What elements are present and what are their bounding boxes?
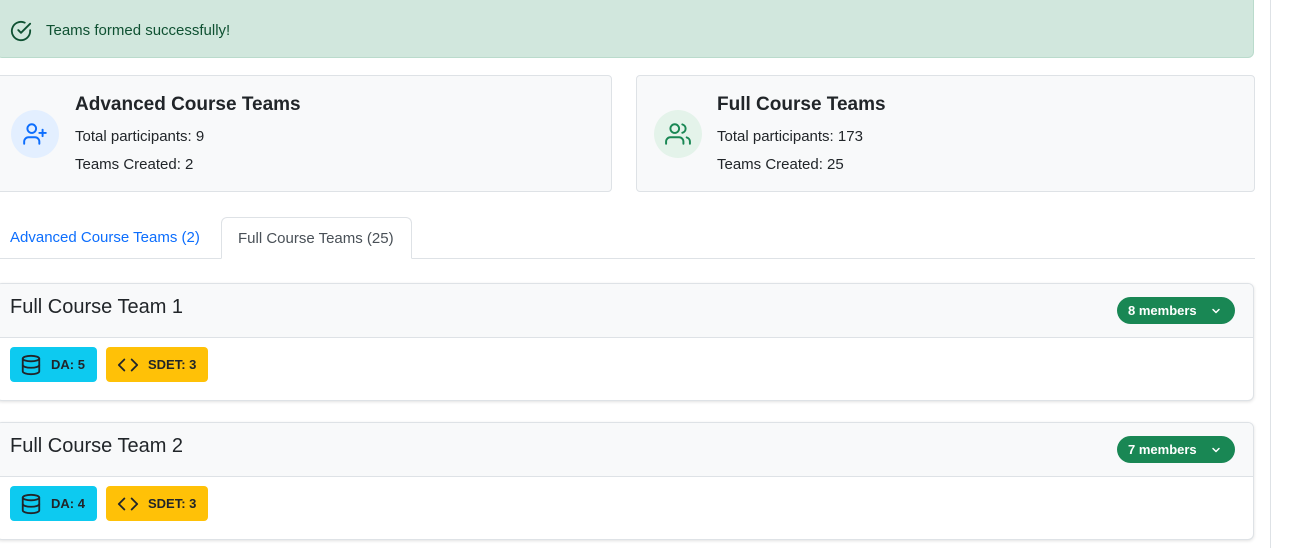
role-count: SDET: 3 bbox=[148, 357, 197, 372]
team-tabs: Advanced Course Teams (2) Full Course Te… bbox=[0, 217, 1255, 259]
role-count: DA: 5 bbox=[51, 357, 85, 372]
team-card: Full Course Team 1 8 members DA: 5 SDET:… bbox=[0, 283, 1254, 401]
team-card-header: Full Course Team 2 7 members bbox=[0, 423, 1253, 477]
chevron-down-icon bbox=[1212, 308, 1220, 314]
team-card: Full Course Team 2 7 members DA: 4 SDET:… bbox=[0, 422, 1254, 540]
summary-icon-circle bbox=[11, 110, 59, 158]
database-icon bbox=[21, 493, 41, 515]
role-count: SDET: 3 bbox=[148, 496, 197, 511]
scrollbar-track[interactable] bbox=[1270, 0, 1271, 548]
full-course-summary-card: Full Course Teams Total participants: 17… bbox=[636, 75, 1255, 192]
alert-message: Teams formed successfully! bbox=[46, 22, 231, 39]
user-plus-icon bbox=[23, 123, 47, 145]
role-badge-sdet: SDET: 3 bbox=[106, 347, 208, 382]
code-icon bbox=[117, 497, 139, 511]
database-icon bbox=[21, 354, 41, 376]
role-badge-da: DA: 4 bbox=[10, 486, 97, 521]
team-name: Full Course Team 1 bbox=[10, 296, 184, 318]
members-count: 7 members bbox=[1128, 442, 1197, 457]
success-alert: Teams formed successfully! bbox=[0, 0, 1254, 58]
summary-title: Advanced Course Teams bbox=[75, 94, 301, 115]
advanced-course-summary-card: Advanced Course Teams Total participants… bbox=[0, 75, 612, 192]
chevron-down-icon bbox=[1212, 447, 1220, 453]
tab-full-course-teams[interactable]: Full Course Teams (25) bbox=[221, 217, 412, 259]
summary-icon-circle bbox=[654, 110, 702, 158]
members-dropdown-button[interactable]: 8 members bbox=[1117, 297, 1235, 324]
team-card-header: Full Course Team 1 8 members bbox=[0, 284, 1253, 338]
check-circle-icon bbox=[10, 20, 32, 42]
users-icon bbox=[665, 123, 691, 145]
summary-title: Full Course Teams bbox=[717, 94, 886, 115]
summary-participants: Total participants: 9 bbox=[75, 128, 205, 145]
tab-advanced-course-teams[interactable]: Advanced Course Teams (2) bbox=[10, 217, 200, 259]
summary-teams-created: Teams Created: 2 bbox=[75, 156, 194, 173]
code-icon bbox=[117, 358, 139, 372]
team-name: Full Course Team 2 bbox=[10, 435, 184, 457]
members-count: 8 members bbox=[1128, 303, 1197, 318]
summary-teams-created: Teams Created: 25 bbox=[717, 156, 844, 173]
role-badge-da: DA: 5 bbox=[10, 347, 97, 382]
role-badge-sdet: SDET: 3 bbox=[106, 486, 208, 521]
members-dropdown-button[interactable]: 7 members bbox=[1117, 436, 1235, 463]
summary-participants: Total participants: 173 bbox=[717, 128, 863, 145]
role-count: DA: 4 bbox=[51, 496, 85, 511]
